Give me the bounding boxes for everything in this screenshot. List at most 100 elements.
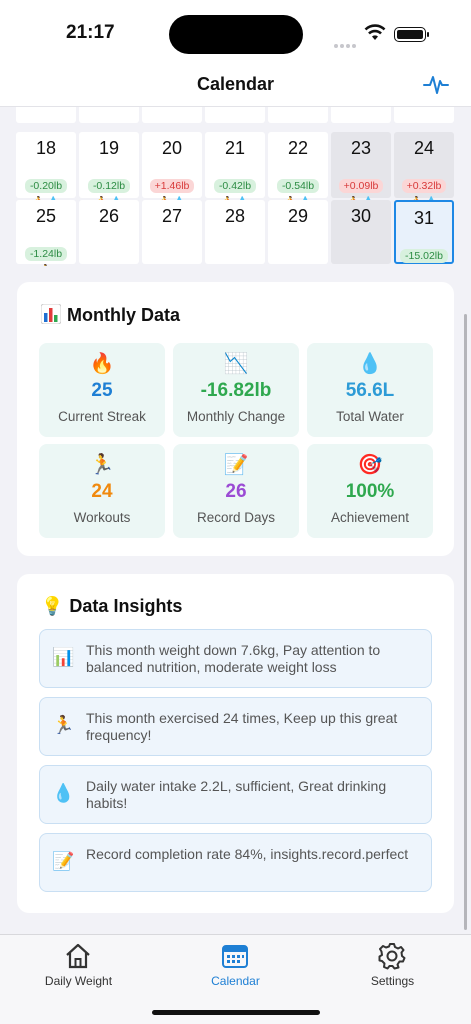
calendar-day-cell[interactable]: 28 (205, 200, 265, 264)
memo-icon: 📝 (223, 454, 249, 476)
data-insights-card: 💡 Data Insights 📊 This month weight down 7… (17, 574, 454, 913)
target-icon: 🎯 (357, 454, 383, 476)
lightbulb-icon: 💡 (41, 596, 64, 616)
pulse-icon[interactable] (423, 71, 449, 97)
calendar-day-cell[interactable]: 19-0.12lb🏃💧 (79, 132, 139, 208)
monthly-data-title: Monthly Data (40, 303, 180, 326)
insight-item: 💧 Daily water intake 2.2L, sufficient, Gr… (39, 765, 432, 824)
calendar-icon (222, 945, 248, 968)
day-number: 29 (287, 206, 309, 226)
stat-value: 25 (91, 380, 113, 401)
day-number: 27 (161, 206, 183, 226)
home-indicator (152, 1010, 320, 1015)
fire-icon: 🔥 (89, 353, 115, 375)
bar-chart-icon: 📊 (52, 647, 75, 667)
nav-bar: Calendar (0, 62, 471, 107)
weight-change-badge: -0.54lb (276, 179, 320, 193)
day-number: 24 (413, 138, 435, 158)
stat-value: -16.82lb (200, 380, 272, 401)
insight-item: 📊 This month weight down 7.6kg, Pay atten… (39, 629, 432, 688)
calendar-day-cell[interactable]: 25 -1.24lb 🏃 (16, 200, 76, 266)
status-time: 21:17 (66, 22, 115, 43)
insight-item: 📝 Record completion rate 84%, insights.re… (39, 833, 432, 892)
calendar-day-cell[interactable]: 20+1.46lb🏃💧 (142, 132, 202, 208)
weight-change-badge: -0.42lb (213, 179, 257, 193)
calendar-day-cell[interactable]: 29 (268, 200, 328, 264)
tab-settings[interactable]: Settings (314, 935, 471, 995)
day-number: 22 (287, 138, 309, 158)
day-number: 19 (98, 138, 120, 158)
insight-item: 🏃 This month exercised 24 times, Keep up … (39, 697, 432, 756)
tab-daily-weight[interactable]: Daily Weight (0, 935, 157, 995)
stat-value: 26 (225, 481, 247, 502)
stat-label: Achievement (330, 510, 410, 525)
bar-chart-icon (40, 303, 62, 325)
day-number: 28 (224, 206, 246, 226)
day-number: 25 (35, 206, 57, 226)
scrollbar[interactable] (464, 314, 467, 930)
calendar-day-cell[interactable]: 18-0.20lb🏃💧 (16, 132, 76, 208)
data-insights-title: 💡 Data Insights (41, 596, 183, 616)
day-number: 30 (350, 206, 372, 226)
stat-tile: 🏃 24 Workouts (39, 444, 165, 538)
droplet-icon: 💧 (357, 353, 383, 375)
cellular-signal-icon (334, 35, 358, 53)
runner-icon: 🏃 (89, 454, 115, 476)
house-icon (66, 943, 90, 969)
weight-change-badge: +0.09lb (338, 179, 384, 193)
dynamic-island (169, 15, 303, 54)
stat-value: 100% (345, 481, 395, 502)
calendar-day-cell[interactable]: 21-0.42lb🏃💧 (205, 132, 265, 208)
stat-label: Record Days (196, 510, 276, 525)
stat-tile: 💧 56.6L Total Water (307, 343, 433, 437)
tab-label: Daily Weight (44, 974, 113, 988)
stat-tile: 🔥 25 Current Streak (39, 343, 165, 437)
weight-change-badge: -15.02lb (400, 249, 448, 263)
calendar-day-cell[interactable]: 22-0.54lb🏃💧 (268, 132, 328, 208)
weight-change-badge: -0.12lb (87, 179, 131, 193)
calendar-day-cell[interactable]: 24+0.32lb🏃💧 (394, 132, 454, 208)
weight-change-badge: -0.20lb (24, 179, 68, 193)
droplet-icon: 💧 (52, 783, 75, 803)
insight-text: This month exercised 24 times, Keep up t… (86, 710, 398, 743)
tab-label: Calendar (211, 974, 260, 988)
stat-label: Workouts (73, 510, 131, 525)
calendar-day-cell[interactable]: 27 (142, 200, 202, 264)
chart-down-icon: 📉 (223, 353, 249, 375)
wifi-icon (364, 24, 386, 40)
day-number: 21 (224, 138, 246, 158)
memo-icon: 📝 (52, 851, 75, 871)
activity-icons: 🏃 (16, 264, 76, 266)
tab-calendar[interactable]: Calendar (157, 935, 314, 995)
stat-label: Monthly Change (186, 409, 286, 424)
stat-label: Total Water (336, 409, 404, 424)
insight-text: Daily water intake 2.2L, sufficient, Gre… (86, 778, 387, 811)
runner-icon: 🏃 (40, 264, 52, 266)
weight-change-badge: +0.32lb (401, 179, 447, 193)
runner-icon: 🏃 (52, 715, 75, 735)
day-number: 18 (35, 138, 57, 158)
tab-label: Settings (370, 974, 415, 988)
weight-change-badge: +1.46lb (149, 179, 195, 193)
weight-change-badge: -1.24lb (24, 247, 68, 261)
calendar-day-cell[interactable]: 26 (79, 200, 139, 264)
calendar-day-cell[interactable]: 30 (331, 200, 391, 264)
calendar-day-cell[interactable]: 23+0.09lb🏃💧 (331, 132, 391, 208)
day-number: 31 (413, 208, 435, 228)
stat-tile: 📉 -16.82lb Monthly Change (173, 343, 299, 437)
stat-label: Current Streak (58, 409, 146, 424)
battery-icon (394, 27, 429, 42)
page-title: Calendar (196, 74, 275, 94)
day-number: 26 (98, 206, 120, 226)
stat-value: 56.6L (345, 380, 395, 401)
gear-icon (378, 943, 406, 970)
day-number: 23 (350, 138, 372, 158)
calendar-grid: 🏃💧🏃💧🏃💧🏃💧🏃💧🏃💧🏃💧18-0.20lb🏃💧19-0.12lb🏃💧20+1… (16, 100, 455, 266)
insight-text: This month weight down 7.6kg, Pay attent… (86, 642, 381, 675)
stat-value: 24 (91, 481, 113, 502)
day-number: 20 (161, 138, 183, 158)
monthly-data-card: Monthly Data 🔥 25 Current Streak 📉 -16.82lb M… (17, 282, 454, 556)
stat-tile: 🎯 100% Achievement (307, 444, 433, 538)
calendar-day-cell[interactable]: 31-15.02lb🏃💧 (394, 200, 454, 264)
status-bar: 21:17 (0, 0, 471, 62)
